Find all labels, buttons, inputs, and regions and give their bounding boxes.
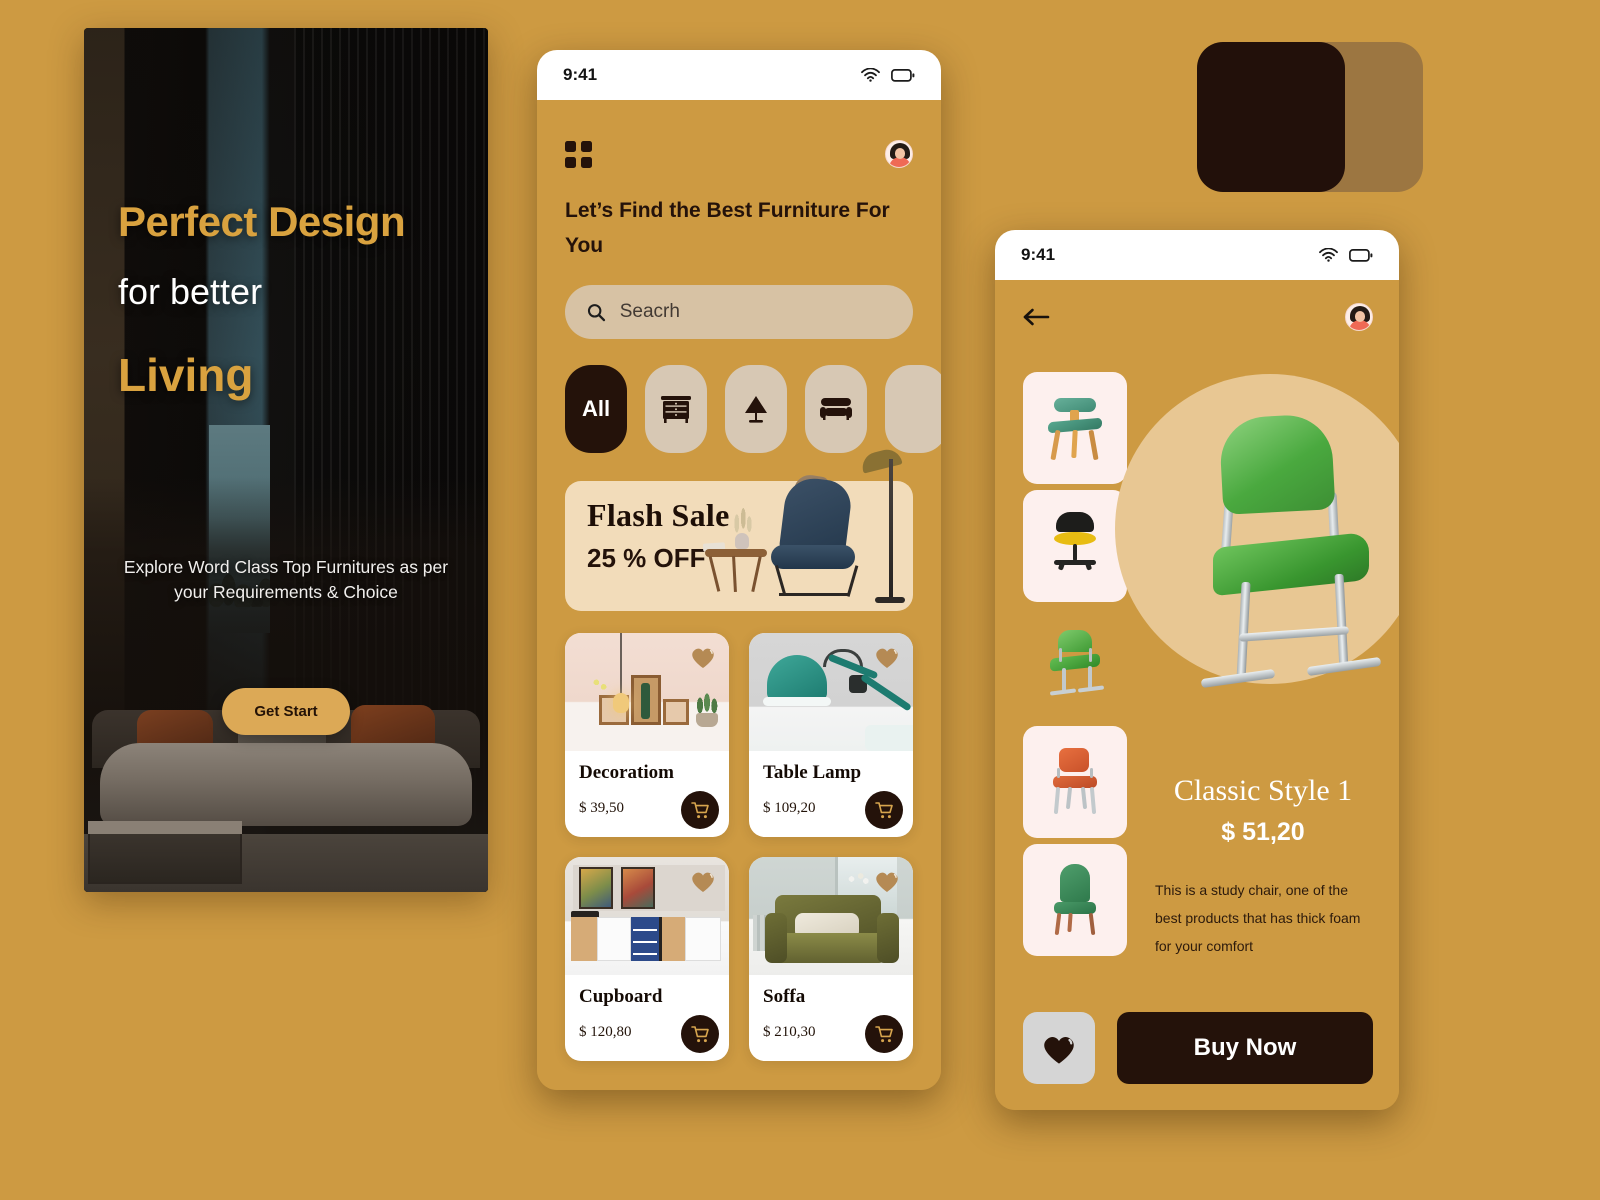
product-hero-stage (1115, 364, 1399, 764)
user-avatar[interactable] (885, 140, 913, 168)
wifi-icon (1319, 248, 1338, 262)
back-button[interactable] (1021, 302, 1051, 332)
orange-metal-chair-icon (1042, 744, 1108, 820)
hero-panel: Perfect Design for better Living Explore… (84, 28, 488, 892)
favorite-button[interactable] (1023, 1012, 1095, 1084)
product-description: This is a study chair, one of the best p… (1155, 882, 1361, 954)
product-detail-phone: 9:41 Classic Style 1 $ 51,20 This is a s… (995, 230, 1399, 1110)
favorite-heart-icon[interactable] (874, 869, 900, 893)
favorite-heart-icon[interactable] (690, 869, 716, 893)
product-price: $ 109,20 (763, 800, 816, 817)
product-grid: Decoratiom $ 39,50 Table Lamp $ 109,20 C… (537, 611, 941, 1062)
product-card[interactable]: Soffa $ 210,30 (749, 857, 913, 1062)
hero-content: Perfect Design for better Living Explore… (84, 28, 488, 892)
sofa-icon (820, 398, 852, 421)
status-time: 9:41 (563, 65, 598, 84)
add-to-cart-button[interactable] (865, 791, 903, 830)
detail-action-bar: Buy Now (1023, 1012, 1373, 1084)
add-to-cart-button[interactable] (681, 1015, 719, 1054)
product-card[interactable]: Table Lamp $ 109,20 (749, 633, 913, 838)
category-chip-row[interactable]: All (537, 339, 941, 454)
product-price: $ 120,80 (579, 1024, 632, 1041)
hero-title-line1: Perfect Design (118, 198, 406, 245)
search-icon (587, 303, 606, 322)
product-image-decoration (565, 633, 729, 752)
thumbnail-item[interactable] (1023, 372, 1127, 484)
home-content: Let’s Find the Best Furniture For You Al… (537, 100, 941, 1090)
flash-sale-illustration (702, 446, 907, 611)
favorite-heart-icon[interactable] (690, 645, 716, 669)
get-start-button[interactable]: Get Start (222, 688, 350, 735)
dresser-icon (661, 396, 691, 424)
battery-icon (891, 68, 915, 82)
search-input[interactable] (619, 301, 891, 324)
grid-menu-icon[interactable] (565, 140, 592, 168)
favorite-heart-icon[interactable] (874, 645, 900, 669)
product-name: Soffa (763, 986, 806, 1008)
status-bar: 9:41 (537, 50, 941, 100)
user-avatar[interactable] (1345, 303, 1373, 331)
category-chip-more[interactable] (885, 365, 941, 454)
cart-icon (874, 1025, 893, 1042)
thumbnail-item[interactable] (1023, 844, 1127, 956)
category-chip-lamp[interactable] (725, 365, 787, 454)
product-price: $ 210,30 (763, 1024, 816, 1041)
buy-now-button[interactable]: Buy Now (1117, 1012, 1373, 1084)
product-image-cupboard (565, 857, 729, 976)
green-wood-chair-icon (1042, 390, 1108, 466)
green-school-chair-icon (1042, 626, 1108, 702)
flash-sale-banner[interactable]: Flash Sale 25 % OFF (565, 446, 913, 612)
home-heading: Let’s Find the Best Furniture For You (565, 199, 890, 257)
product-card[interactable]: Decoratiom $ 39,50 (565, 633, 729, 838)
category-chip-sofa[interactable] (805, 365, 867, 454)
detail-content: Classic Style 1 $ 51,20 This is a study … (995, 280, 1399, 1110)
swatch-dark (1197, 42, 1345, 192)
color-swatch-group (1197, 42, 1493, 192)
heart-icon (1044, 1036, 1074, 1064)
product-name: Table Lamp (763, 762, 862, 784)
lamp-icon (745, 396, 767, 423)
search-bar[interactable] (565, 285, 913, 340)
detail-top-bar (995, 280, 1399, 332)
product-name: Decoratiom (579, 762, 674, 784)
thumbnail-item[interactable] (1023, 490, 1127, 602)
hero-title-line2: for better (118, 271, 263, 312)
wifi-icon (861, 68, 880, 82)
home-screen-phone: 9:41 Let’s Find the Best Furniture For Y… (537, 50, 941, 1090)
category-chip-dresser[interactable] (645, 365, 707, 454)
product-price: $ 51,20 (1221, 818, 1305, 846)
thumbnail-item-selected[interactable] (1023, 608, 1127, 720)
category-chip-all-label: All (581, 396, 611, 422)
hero-subtitle: Explore Word Class Top Furnitures as per… (123, 557, 449, 603)
product-price: $ 39,50 (579, 800, 624, 817)
cart-icon (874, 801, 893, 818)
home-top-bar (537, 100, 941, 168)
product-image-large (1179, 413, 1399, 706)
add-to-cart-button[interactable] (681, 791, 719, 830)
hero-title-line3: Living (118, 349, 254, 401)
add-to-cart-button[interactable] (865, 1015, 903, 1054)
product-image-table-lamp (749, 633, 913, 752)
product-card[interactable]: Cupboard $ 120,80 (565, 857, 729, 1062)
cart-icon (690, 1025, 709, 1042)
status-bar: 9:41 (995, 230, 1399, 280)
product-image-soffa (749, 857, 913, 976)
status-time: 9:41 (1021, 245, 1056, 264)
thumbnail-item[interactable] (1023, 726, 1127, 838)
product-title: Classic Style 1 (1173, 774, 1353, 807)
flash-sale-subtitle: 25 % OFF (587, 543, 706, 574)
product-name: Cupboard (579, 986, 663, 1008)
green-dining-chair-icon (1042, 862, 1108, 938)
category-chip-all[interactable]: All (565, 365, 627, 454)
thumbnail-list[interactable] (1023, 372, 1127, 962)
black-yellow-office-chair-icon (1042, 508, 1108, 584)
back-arrow-icon (1023, 308, 1050, 326)
battery-icon (1349, 248, 1373, 262)
cart-icon (690, 801, 709, 818)
